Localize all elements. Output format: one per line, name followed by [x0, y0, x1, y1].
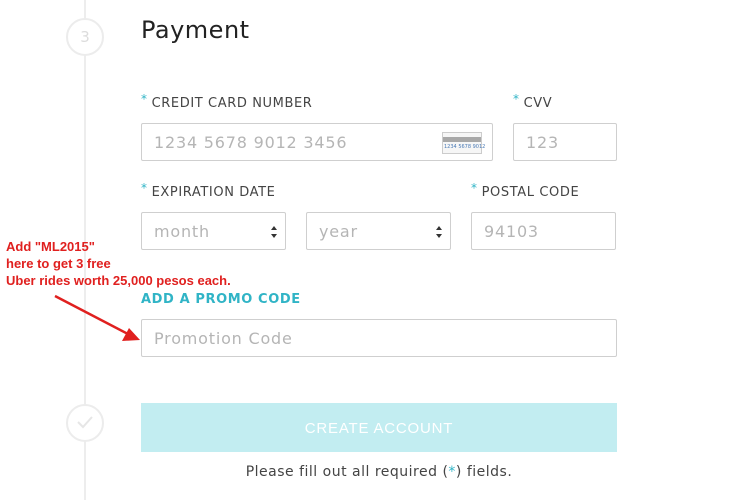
step-number-badge: 3 [66, 18, 104, 56]
card-number-input[interactable]: 1234 5678 9012 3456 1234 5678 9012 [141, 123, 493, 161]
expiration-label: * EXPIRATION DATE [141, 181, 276, 200]
add-promo-code-link[interactable]: ADD A PROMO CODE [141, 292, 301, 307]
select-arrows-icon [271, 226, 277, 238]
required-marker: * [471, 181, 478, 195]
annotation-text: Add "ML2015" here to get 3 free Uber rid… [6, 239, 231, 288]
select-arrows-icon [436, 226, 442, 238]
checkmark-icon [77, 416, 93, 429]
promotion-code-input[interactable]: Promotion Code [141, 319, 617, 357]
required-marker: * [141, 92, 148, 106]
cvv-input[interactable]: 123 [513, 123, 617, 161]
card-number-label: * CREDIT CARD NUMBER [141, 92, 313, 111]
expiration-year-select[interactable]: year [306, 212, 451, 250]
credit-card-icon: 1234 5678 9012 [442, 132, 485, 154]
postal-code-input[interactable]: 94103 [471, 212, 616, 250]
required-marker: * [513, 92, 520, 106]
cvv-label: * CVV [513, 92, 553, 111]
postal-code-label: * POSTAL CODE [471, 181, 580, 200]
required-fields-note: Please fill out all required (*) fields. [245, 464, 513, 480]
page-title: Payment [141, 16, 250, 44]
create-account-button[interactable]: CREATE ACCOUNT [141, 403, 617, 452]
step-complete-badge [66, 404, 104, 442]
required-marker: * [141, 181, 148, 195]
